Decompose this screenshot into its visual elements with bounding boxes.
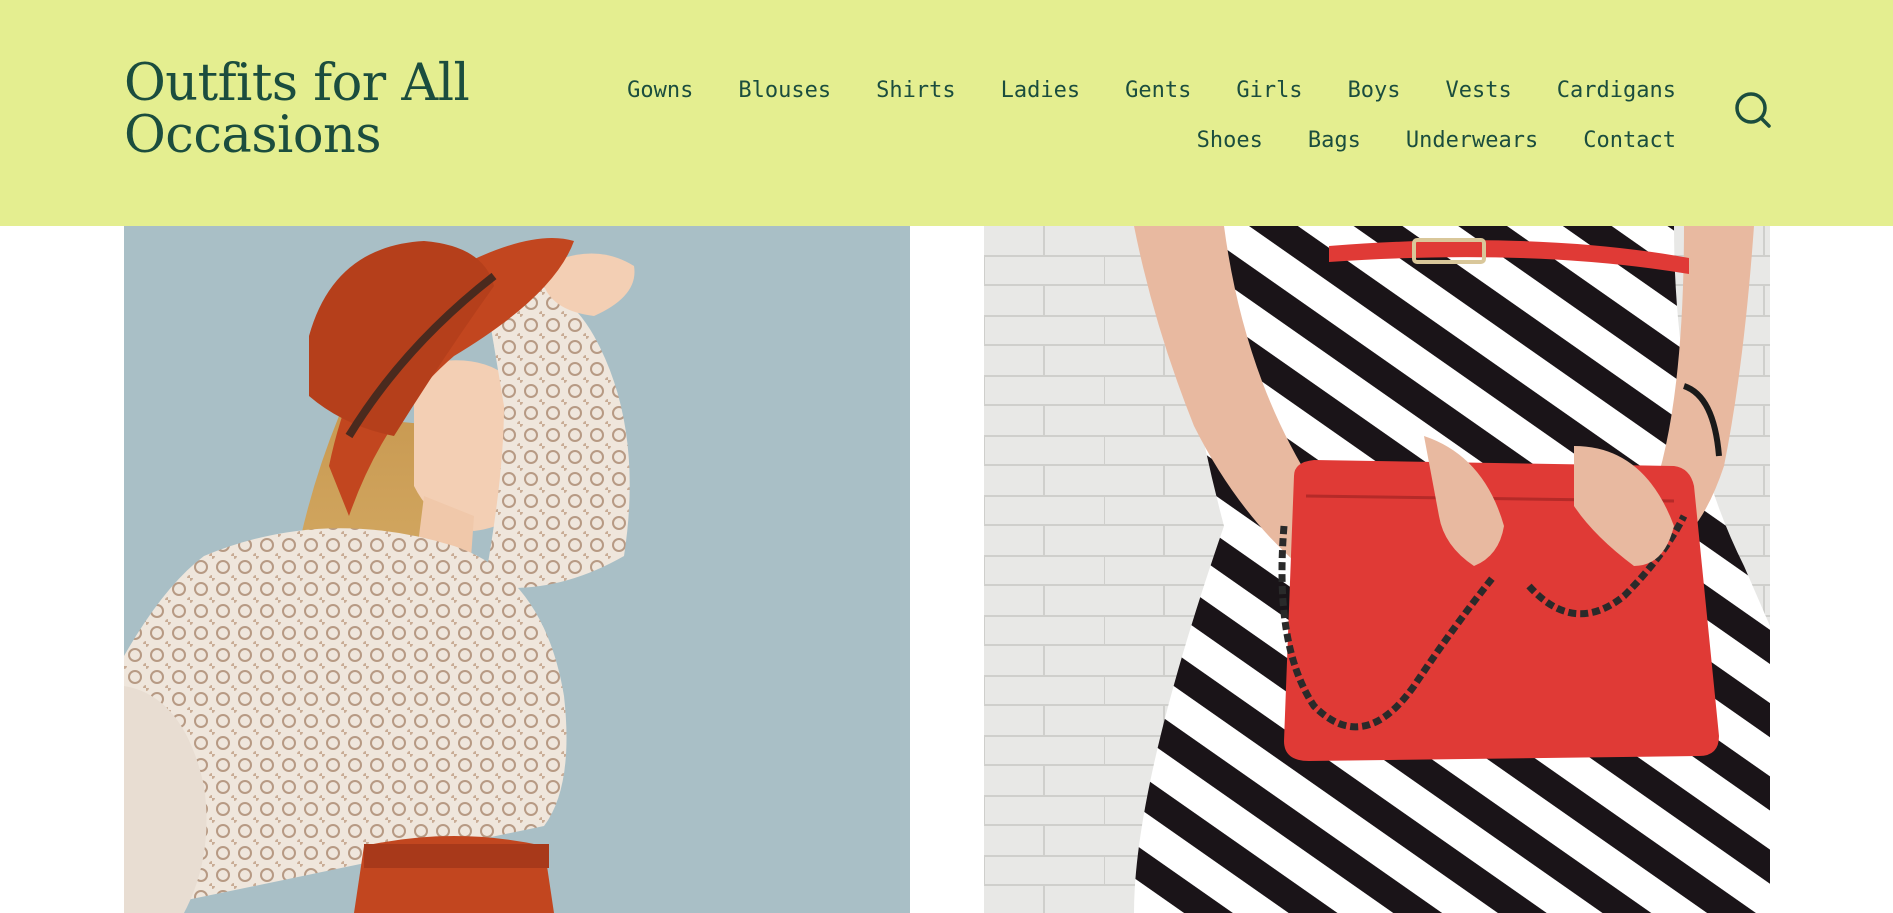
- nav-row-1: Gowns Blouses Shirts Ladies Gents Girls …: [576, 72, 1676, 108]
- search-button[interactable]: [1733, 90, 1773, 130]
- nav-item-shirts[interactable]: Shirts: [876, 78, 955, 103]
- nav-item-boys[interactable]: Boys: [1348, 78, 1401, 103]
- nav-item-shoes[interactable]: Shoes: [1197, 128, 1263, 153]
- nav-item-vests[interactable]: Vests: [1446, 78, 1512, 103]
- main-nav: Gowns Blouses Shirts Ladies Gents Girls …: [576, 72, 1676, 158]
- site-header: Outfits for All Occasions Gowns Blouses …: [0, 0, 1893, 226]
- nav-row-2: Shoes Bags Underwears Contact: [576, 122, 1676, 158]
- nav-item-girls[interactable]: Girls: [1236, 78, 1302, 103]
- woman-red-hat-lace-blouse-photo[interactable]: [124, 226, 910, 913]
- nav-item-cardigans[interactable]: Cardigans: [1557, 78, 1676, 103]
- nav-item-ladies[interactable]: Ladies: [1001, 78, 1080, 103]
- nav-item-gents[interactable]: Gents: [1125, 78, 1191, 103]
- nav-item-bags[interactable]: Bags: [1308, 128, 1361, 153]
- nav-item-underwears[interactable]: Underwears: [1406, 128, 1538, 153]
- nav-item-gowns[interactable]: Gowns: [627, 78, 693, 103]
- red-clutch-striped-dress-photo[interactable]: [984, 226, 1770, 913]
- nav-item-blouses[interactable]: Blouses: [738, 78, 831, 103]
- site-title[interactable]: Outfits for All Occasions: [124, 58, 554, 162]
- nav-item-contact[interactable]: Contact: [1583, 128, 1676, 153]
- search-icon: [1735, 92, 1771, 128]
